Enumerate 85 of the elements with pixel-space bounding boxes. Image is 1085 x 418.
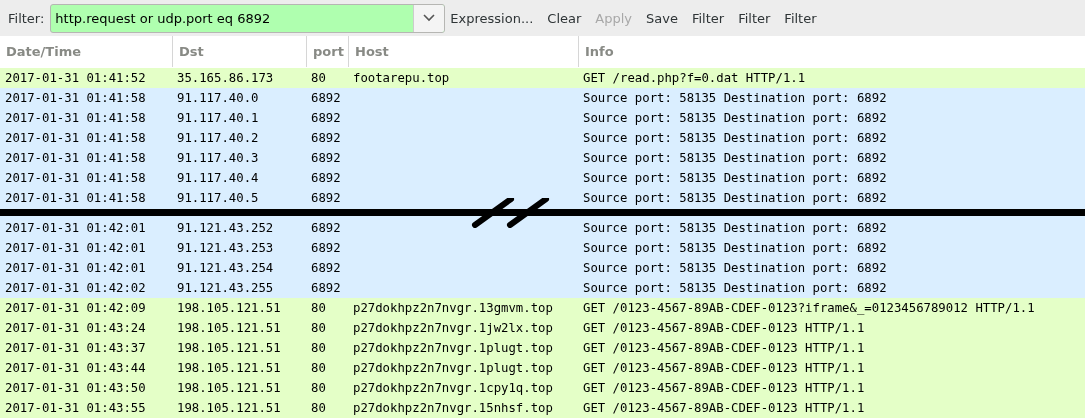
table-cell: 6892 (311, 241, 341, 255)
table-cell: 2017-01-31 01:42:01 (5, 261, 146, 275)
table-cell: 198.105.121.51 (177, 381, 281, 395)
table-cell: Source port: 58135 Destination port: 6892 (583, 91, 887, 105)
table-cell: p27dokhpz2n7nvgr.1plugt.top (353, 361, 553, 375)
table-cell: GET /0123-4567-89AB-CDEF-0123 HTTP/1.1 (583, 401, 865, 415)
filter-label: Filter: (8, 10, 45, 26)
table-cell: GET /0123-4567-89AB-CDEF-0123 HTTP/1.1 (583, 361, 865, 375)
toolbar-button[interactable]: Filter (779, 6, 822, 30)
table-cell: 2017-01-31 01:42:02 (5, 281, 146, 295)
table-cell: 91.121.43.254 (177, 261, 274, 275)
table-cell: 2017-01-31 01:42:01 (5, 241, 146, 255)
table-cell: 198.105.121.51 (177, 341, 281, 355)
toolbar-button[interactable]: Clear (542, 6, 587, 30)
table-cell: Source port: 58135 Destination port: 6892 (583, 151, 887, 165)
filter-input[interactable]: http.request or udp.port eq 6892 (51, 10, 414, 26)
table-cell: 6892 (311, 191, 341, 205)
table-cell: 91.117.40.3 (177, 151, 259, 165)
toolbar-button[interactable]: Filter (733, 6, 776, 30)
table-cell: 6892 (311, 111, 341, 125)
table-cell: 2017-01-31 01:41:58 (5, 191, 146, 205)
table-cell: footarepu.top (353, 71, 450, 85)
table-cell: 6892 (311, 171, 341, 185)
table-cell: 91.121.43.253 (177, 241, 274, 255)
table-cell: 2017-01-31 01:41:58 (5, 131, 146, 145)
table-cell: p27dokhpz2n7nvgr.1cpy1q.top (353, 381, 553, 395)
table-cell: 198.105.121.51 (177, 321, 281, 335)
table-cell: Source port: 58135 Destination port: 6892 (583, 111, 887, 125)
toolbar-button[interactable]: Expression... (445, 6, 539, 30)
dropdown-caret-icon[interactable] (413, 4, 445, 32)
table-cell: 35.165.86.173 (177, 71, 274, 85)
table-cell: 2017-01-31 01:41:58 (5, 151, 146, 165)
table-cell: p27dokhpz2n7nvgr.13gmvm.top (353, 301, 553, 315)
toolbar-button[interactable]: Filter (686, 6, 730, 30)
table-cell: 80 (311, 71, 326, 85)
table-cell: 6892 (311, 131, 341, 145)
table-cell: 2017-01-31 01:43:24 (5, 321, 146, 335)
table-cell: 91.117.40.0 (177, 91, 259, 105)
table-cell: 6892 (311, 281, 341, 295)
table-cell: 6892 (311, 221, 341, 235)
table-cell: 198.105.121.51 (177, 301, 281, 315)
table-cell: 2017-01-31 01:42:09 (5, 301, 146, 315)
filter-field[interactable]: http.request or udp.port eq 6892 (50, 3, 446, 33)
table-cell: Source port: 58135 Destination port: 6892 (583, 171, 887, 185)
table-cell: 91.117.40.5 (177, 191, 259, 205)
table-cell: 2017-01-31 01:41:52 (5, 71, 146, 85)
table-cell: GET /0123-4567-89AB-CDEF-0123?iframe&_=0123456789012 HTTP/1.1 (583, 301, 1035, 315)
table-cell: 2017-01-31 01:41:58 (5, 111, 146, 125)
table-cell: 6892 (311, 261, 341, 275)
toolbar-button[interactable]: Save (641, 6, 683, 30)
table-cell: GET /read.php?f=0.dat HTTP/1.1 (583, 71, 806, 85)
table-cell: Source port: 58135 Destination port: 6892 (583, 191, 887, 205)
table-cell: GET /0123-4567-89AB-CDEF-0123 HTTP/1.1 (583, 341, 865, 355)
table-cell: p27dokhpz2n7nvgr.1jw2lx.top (353, 321, 553, 335)
table-cell: GET /0123-4567-89AB-CDEF-0123 HTTP/1.1 (583, 381, 865, 395)
table-cell: 198.105.121.51 (177, 401, 281, 415)
table-cell: p27dokhpz2n7nvgr.15nhsf.top (353, 401, 553, 415)
table-cell: 2017-01-31 01:43:50 (5, 381, 146, 395)
table-cell: 2017-01-31 01:41:58 (5, 171, 146, 185)
table-cell: 198.105.121.51 (177, 361, 281, 375)
table-cell: Source port: 58135 Destination port: 6892 (583, 241, 887, 255)
table-cell: 91.121.43.255 (177, 281, 274, 295)
table-cell: 80 (311, 321, 326, 335)
table-cell: 80 (311, 381, 326, 395)
table-cell: 80 (311, 361, 326, 375)
table-cell: 6892 (311, 91, 341, 105)
table-cell: 2017-01-31 01:43:44 (5, 361, 146, 375)
table-cell: 91.121.43.252 (177, 221, 274, 235)
table-cell: 2017-01-31 01:43:37 (5, 341, 146, 355)
table-cell: 2017-01-31 01:42:01 (5, 221, 146, 235)
table-cell: Source port: 58135 Destination port: 6892 (583, 281, 887, 295)
table-cell: 91.117.40.4 (177, 171, 259, 185)
table-cell: Source port: 58135 Destination port: 6892 (583, 261, 887, 275)
table-cell: 91.117.40.1 (177, 111, 259, 125)
table-cell: 6892 (311, 151, 341, 165)
table-cell: Source port: 58135 Destination port: 6892 (583, 221, 887, 235)
table-cell: 91.117.40.2 (177, 131, 259, 145)
table-cell: p27dokhpz2n7nvgr.1plugt.top (353, 341, 553, 355)
table-cell: 2017-01-31 01:43:55 (5, 401, 146, 415)
table-cell: 2017-01-31 01:41:58 (5, 91, 146, 105)
table-cell: 80 (311, 301, 326, 315)
table-cell: 80 (311, 401, 326, 415)
table-cell: Source port: 58135 Destination port: 6892 (583, 131, 887, 145)
table-cell: GET /0123-4567-89AB-CDEF-0123 HTTP/1.1 (583, 321, 865, 335)
table-cell: 80 (311, 341, 326, 355)
